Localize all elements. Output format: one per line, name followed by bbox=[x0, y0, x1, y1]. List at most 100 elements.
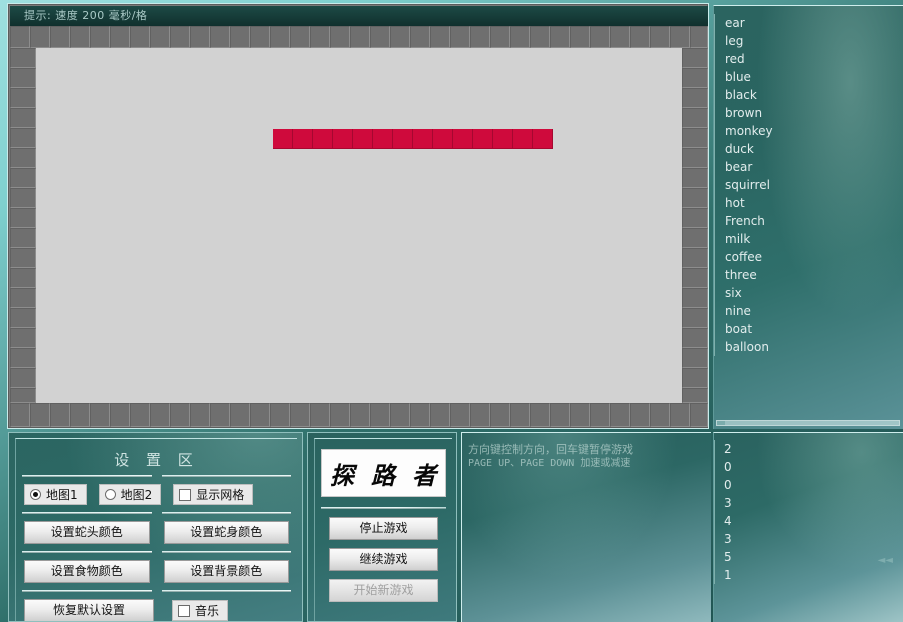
wall-block bbox=[370, 403, 390, 427]
set-snake-head-color-button[interactable]: 设置蛇头颜色 bbox=[24, 521, 150, 544]
set-background-color-button[interactable]: 设置背景颜色 bbox=[163, 560, 289, 583]
wall-block bbox=[10, 348, 36, 368]
word-list-item[interactable]: red bbox=[715, 50, 902, 68]
word-list-item[interactable]: French bbox=[715, 212, 902, 230]
settings-inner: 设 置 区 地图1 地图2 显示网格 设置蛇头颜色 设置蛇身颜色 设置食物颜色 bbox=[15, 438, 297, 621]
wall-block bbox=[190, 403, 210, 427]
checkbox-music[interactable]: 音乐 bbox=[172, 600, 229, 621]
word-list-item[interactable]: black bbox=[715, 86, 902, 104]
word-list-item[interactable]: boat bbox=[715, 320, 902, 338]
game-control-buttons: 停止游戏 继续游戏 开始新游戏 bbox=[315, 509, 452, 602]
scrollbar-thumb[interactable] bbox=[717, 421, 725, 425]
stop-game-button[interactable]: 停止游戏 bbox=[329, 517, 438, 540]
game-logo: 探 路 者 bbox=[321, 449, 446, 497]
wall-block bbox=[110, 403, 130, 427]
word-list[interactable]: ear leg red blue black brown monkey duck bear squ… bbox=[714, 14, 902, 356]
wall-block bbox=[290, 403, 310, 427]
help-line-speed: PAGE UP、PAGE DOWN 加速或减速 bbox=[468, 458, 631, 469]
word-list-item[interactable]: three bbox=[715, 266, 902, 284]
word-list-item[interactable]: leg bbox=[715, 32, 902, 50]
wall-block bbox=[10, 88, 36, 108]
word-list-item[interactable]: monkey bbox=[715, 122, 902, 140]
wall-block bbox=[310, 403, 330, 427]
wall-block bbox=[10, 68, 36, 88]
play-field[interactable] bbox=[36, 48, 682, 403]
wall-block bbox=[590, 403, 610, 427]
wall-block bbox=[682, 228, 708, 248]
set-snake-body-color-button[interactable]: 设置蛇身颜色 bbox=[163, 521, 289, 544]
resume-game-button[interactable]: 继续游戏 bbox=[329, 548, 438, 571]
word-list-item[interactable]: hot bbox=[715, 194, 902, 212]
word-list-item[interactable]: brown bbox=[715, 104, 902, 122]
wall-block bbox=[682, 168, 708, 188]
settings-title: 设 置 区 bbox=[114, 451, 199, 469]
logo-char-3: 者 bbox=[412, 460, 437, 490]
wall-block bbox=[10, 268, 36, 288]
word-list-item[interactable]: six bbox=[715, 284, 902, 302]
radio-map1[interactable]: 地图1 bbox=[24, 484, 87, 505]
checkbox-show-grid[interactable]: 显示网格 bbox=[173, 484, 254, 505]
game-board[interactable] bbox=[10, 26, 708, 427]
wall-block bbox=[10, 288, 36, 308]
wall-block bbox=[682, 188, 708, 208]
word-list-item[interactable]: nine bbox=[715, 302, 902, 320]
wall-block bbox=[130, 403, 150, 427]
score-digit: 1 bbox=[724, 568, 732, 582]
word-list-panel[interactable]: ear leg red blue black brown monkey duck bear squ… bbox=[713, 5, 903, 429]
wall-block bbox=[150, 26, 170, 48]
word-list-item[interactable]: milk bbox=[715, 230, 902, 248]
logo-panel: 探 路 者 停止游戏 继续游戏 开始新游戏 bbox=[307, 432, 457, 622]
score-digit-list: 2 0 0 3 4 3 5 1 bbox=[714, 440, 732, 584]
score-digit: 3 bbox=[724, 532, 732, 546]
wall-block bbox=[610, 403, 630, 427]
word-list-horizontal-scrollbar[interactable] bbox=[716, 420, 900, 426]
wall-block bbox=[10, 208, 36, 228]
word-list-item[interactable]: duck bbox=[715, 140, 902, 158]
word-list-item[interactable]: coffee bbox=[715, 248, 902, 266]
wall-block bbox=[690, 403, 708, 427]
set-food-color-button[interactable]: 设置食物颜色 bbox=[24, 560, 150, 583]
wall-block bbox=[150, 403, 170, 427]
wall-block bbox=[590, 26, 610, 48]
wall-block bbox=[682, 388, 708, 403]
wall-block bbox=[10, 228, 36, 248]
snake-body-segment bbox=[293, 129, 313, 149]
wall-block bbox=[650, 403, 670, 427]
wall-block bbox=[250, 26, 270, 48]
wall-block bbox=[570, 403, 590, 427]
wall-block bbox=[490, 26, 510, 48]
wall-block bbox=[50, 403, 70, 427]
word-list-item[interactable]: squirrel bbox=[715, 176, 902, 194]
game-window: 提示: 速度 200 毫秒/格 bbox=[8, 4, 708, 428]
wall-block bbox=[470, 26, 490, 48]
wall-block bbox=[250, 403, 270, 427]
wall-block bbox=[10, 168, 36, 188]
wall-block bbox=[30, 26, 50, 48]
wall-block bbox=[390, 403, 410, 427]
help-line-directions: 方向键控制方向，回车键暂停游戏 bbox=[468, 443, 633, 456]
wall-block bbox=[50, 26, 70, 48]
wall-block bbox=[510, 403, 530, 427]
wall-block bbox=[10, 108, 36, 128]
score-digit: 5 bbox=[724, 550, 732, 564]
logo-char-2: 路 bbox=[371, 460, 396, 490]
word-list-item[interactable]: blue bbox=[715, 68, 902, 86]
snake-body-segment bbox=[333, 129, 353, 149]
wall-block bbox=[230, 403, 250, 427]
word-list-item[interactable]: ear bbox=[715, 14, 902, 32]
radio-map2[interactable]: 地图2 bbox=[98, 484, 162, 505]
wall-block bbox=[10, 328, 36, 348]
wall-block bbox=[690, 26, 708, 48]
wall-block bbox=[10, 308, 36, 328]
word-list-item[interactable]: bear bbox=[715, 158, 902, 176]
wall-block bbox=[430, 403, 450, 427]
radio-dot-icon bbox=[104, 489, 116, 500]
wall-block bbox=[682, 268, 708, 288]
score-digit: 2 bbox=[724, 442, 732, 456]
wall-block bbox=[682, 208, 708, 228]
snake-body-segment bbox=[493, 129, 513, 149]
restore-defaults-button[interactable]: 恢复默认设置 bbox=[24, 599, 154, 621]
snake-body-segment bbox=[473, 129, 493, 149]
score-digit: 3 bbox=[724, 496, 732, 510]
word-list-item[interactable]: balloon bbox=[715, 338, 902, 356]
